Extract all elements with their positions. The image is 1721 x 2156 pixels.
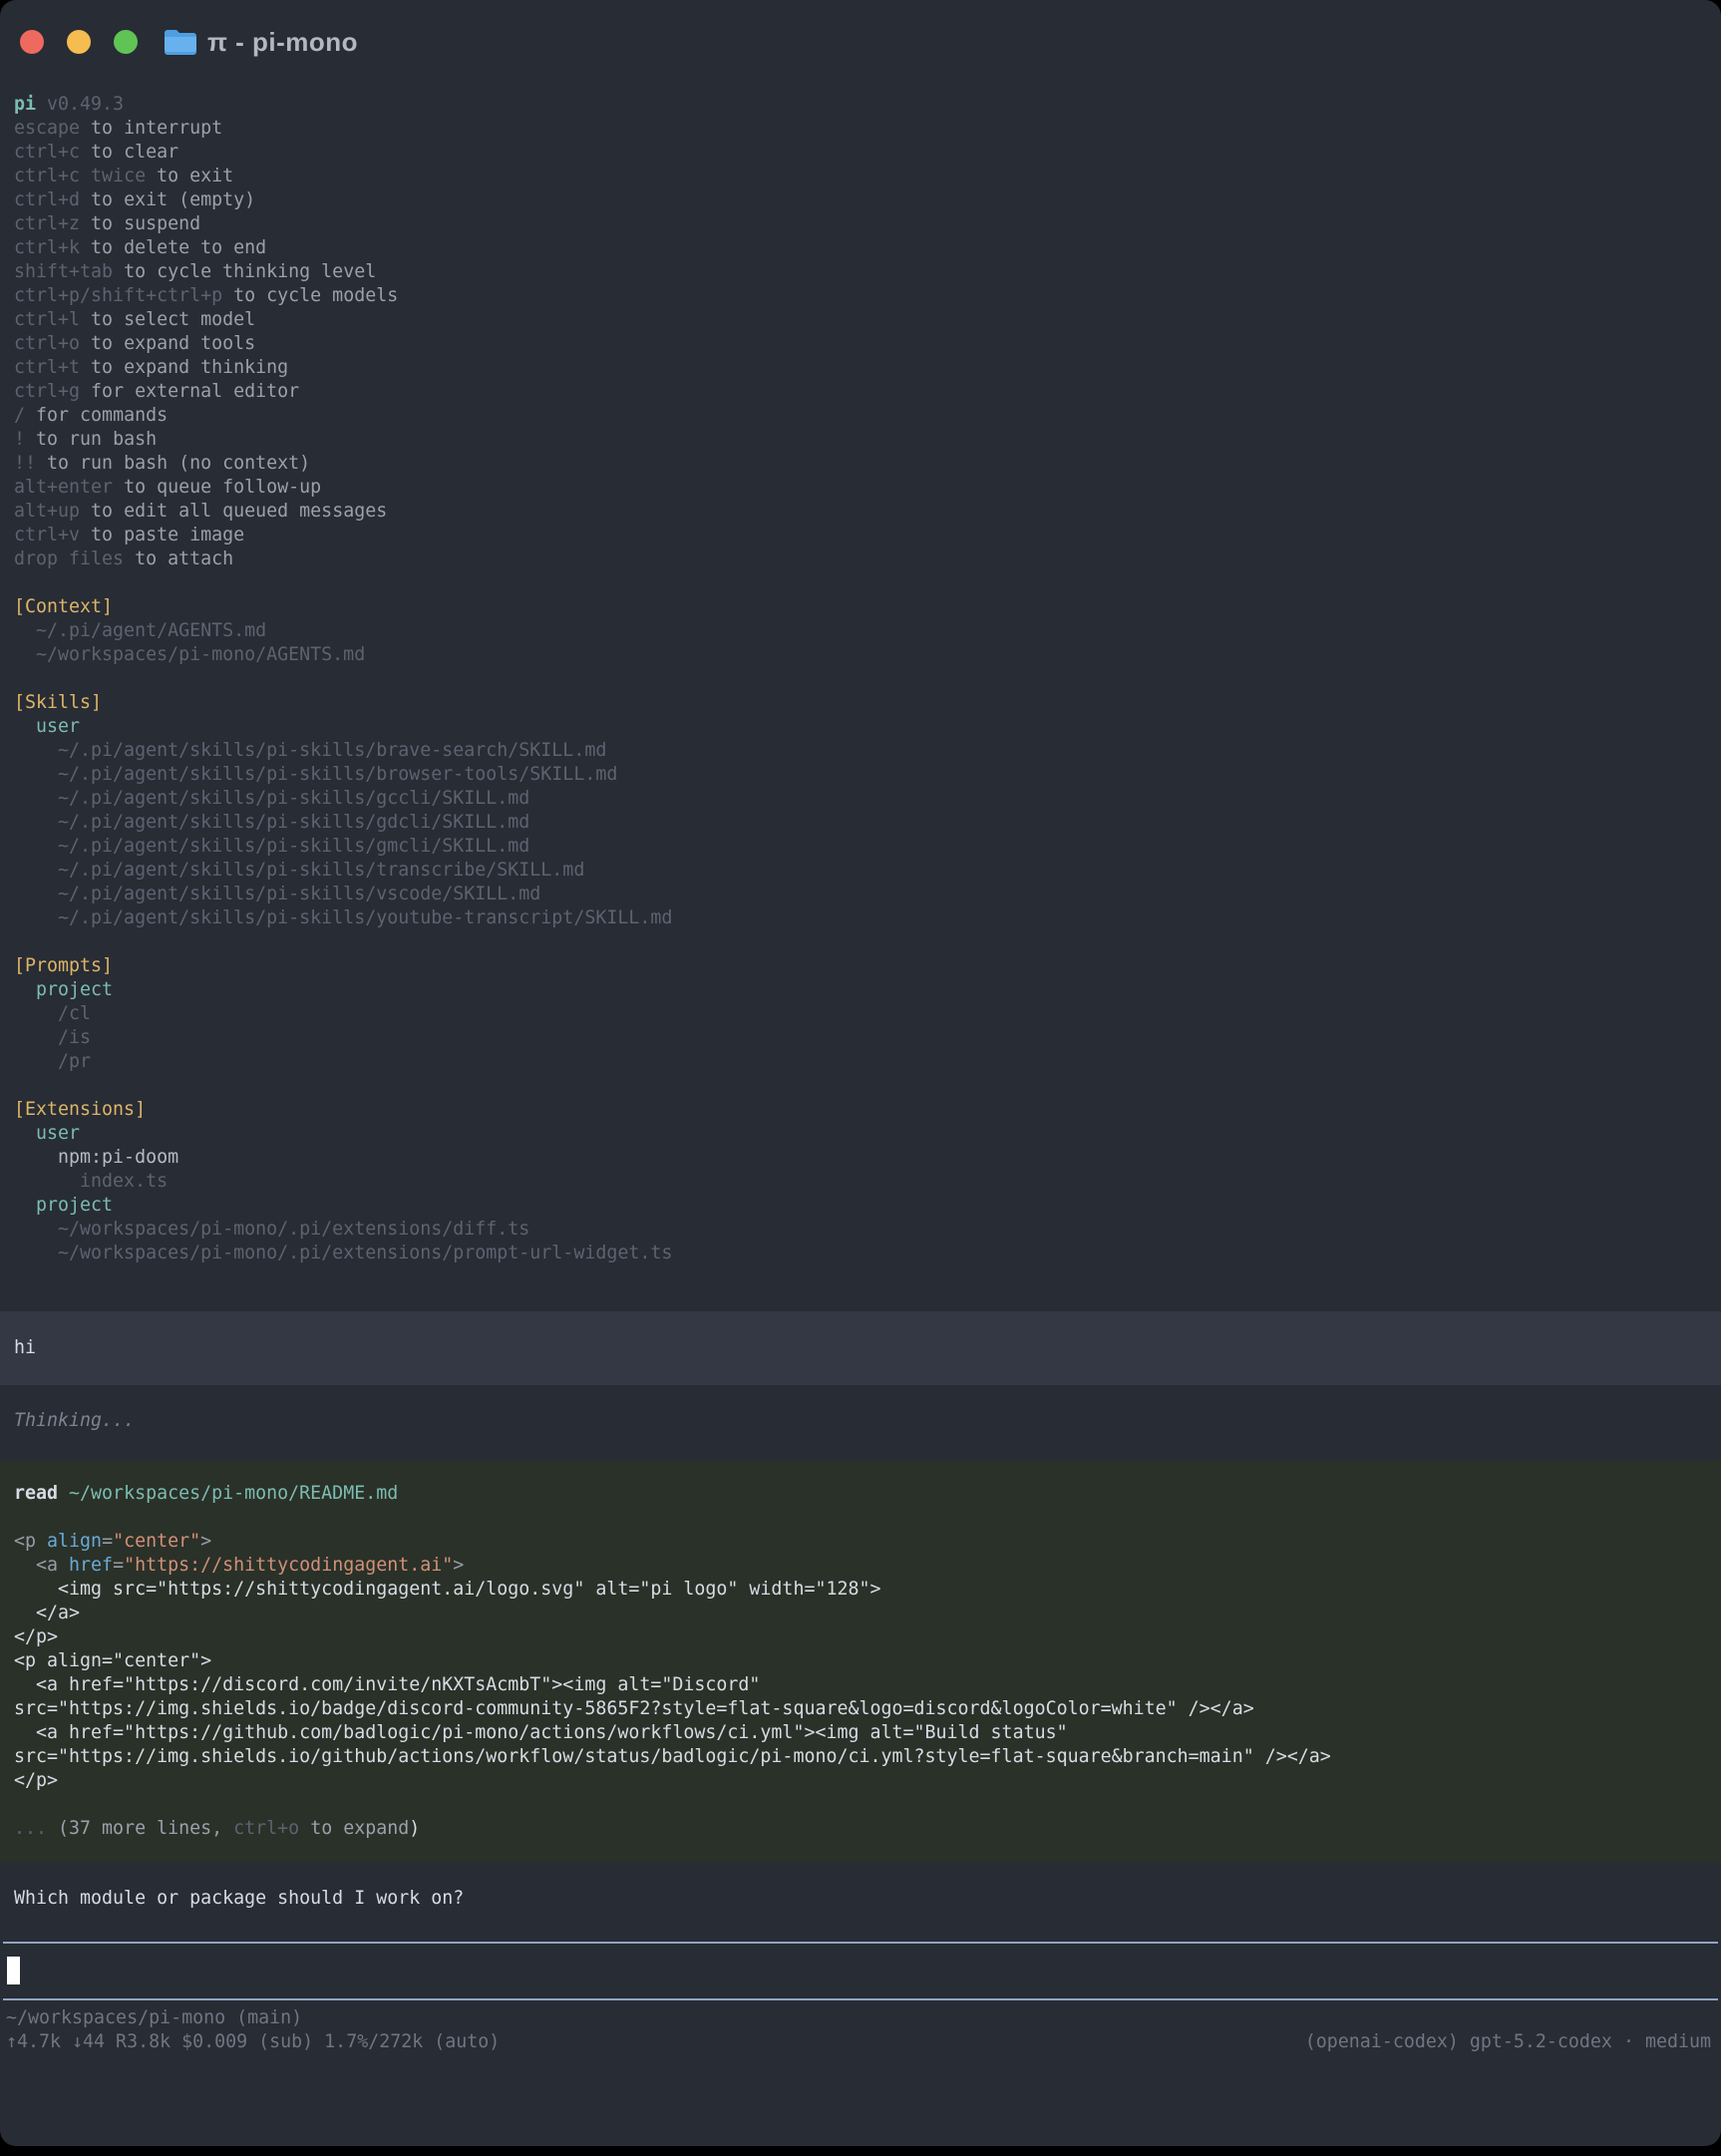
terminal-line: <p align="center">	[14, 1530, 1707, 1554]
terminal-line: ctrl+k to delete to end	[14, 236, 1707, 260]
terminal-line	[14, 1506, 1707, 1530]
terminal-line: alt+enter to queue follow-up	[14, 476, 1707, 500]
terminal-line: <a href="https://github.com/badlogic/pi-…	[14, 1721, 1707, 1745]
terminal-line: !! to run bash (no context)	[14, 452, 1707, 476]
terminal-line: ~/.pi/agent/skills/pi-skills/vscode/SKIL…	[14, 883, 1707, 906]
user-message-text: hi	[14, 1336, 36, 1360]
terminal-line: ... (37 more lines, ctrl+o to expand)	[14, 1817, 1707, 1841]
terminal-line: [Skills]	[14, 691, 1707, 715]
terminal-line: project	[14, 1194, 1707, 1218]
terminal-line: ~/workspaces/pi-mono/.pi/extensions/diff…	[14, 1218, 1707, 1242]
terminal-line: ctrl+z to suspend	[14, 212, 1707, 236]
terminal-line: <img src="https://shittycodingagent.ai/l…	[14, 1578, 1707, 1602]
prompt-input[interactable]	[3, 1942, 1718, 2000]
status-row: ↑4.7k ↓44 R3.8k $0.009 (sub) 1.7%/272k (…	[6, 2030, 1711, 2054]
terminal-line: user	[14, 1122, 1707, 1146]
folder-icon	[164, 28, 197, 56]
terminal-line: <p align="center">	[14, 1649, 1707, 1673]
assistant-question: Which module or package should I work on…	[0, 1887, 1721, 1911]
terminal-line	[14, 930, 1707, 954]
terminal-line: ~/.pi/agent/skills/pi-skills/gmcli/SKILL…	[14, 835, 1707, 859]
terminal-line: ctrl+l to select model	[14, 308, 1707, 332]
terminal-line: ~/.pi/agent/skills/pi-skills/gccli/SKILL…	[14, 787, 1707, 811]
terminal-line: src="https://img.shields.io/badge/discor…	[14, 1697, 1707, 1721]
intro-help-block: pi v0.49.3escape to interruptctrl+c to c…	[0, 84, 1721, 1265]
terminal-line: / for commands	[14, 404, 1707, 428]
terminal-line: ~/workspaces/pi-mono/AGENTS.md	[14, 643, 1707, 667]
terminal-line: user	[14, 715, 1707, 739]
terminal-line: ~/.pi/agent/skills/pi-skills/browser-too…	[14, 763, 1707, 787]
terminal-line: </a>	[14, 1602, 1707, 1625]
terminal-line: src="https://img.shields.io/github/actio…	[14, 1745, 1707, 1769]
terminal-line: alt+up to edit all queued messages	[14, 500, 1707, 524]
close-button[interactable]	[20, 30, 44, 54]
terminal-line: ctrl+t to expand thinking	[14, 356, 1707, 380]
terminal-line	[14, 1074, 1707, 1098]
terminal-line: ~/.pi/agent/skills/pi-skills/youtube-tra…	[14, 906, 1707, 930]
terminal-line: ~/.pi/agent/skills/pi-skills/gdcli/SKILL…	[14, 811, 1707, 835]
terminal-line: ~/workspaces/pi-mono/.pi/extensions/prom…	[14, 1242, 1707, 1265]
terminal-line: ctrl+g for external editor	[14, 380, 1707, 404]
terminal-line: escape to interrupt	[14, 117, 1707, 141]
minimize-button[interactable]	[67, 30, 91, 54]
terminal-line	[14, 1793, 1707, 1817]
terminal-line: ctrl+c to clear	[14, 141, 1707, 165]
terminal-line: read ~/workspaces/pi-mono/README.md	[14, 1482, 1707, 1506]
terminal-line: pi v0.49.3	[14, 93, 1707, 117]
terminal-line: ~/.pi/agent/skills/pi-skills/brave-searc…	[14, 739, 1707, 763]
terminal-line: /cl	[14, 1002, 1707, 1026]
status-bar: ~/workspaces/pi-mono (main) ↑4.7k ↓44 R3…	[0, 2000, 1721, 2054]
terminal-line	[14, 667, 1707, 691]
thinking-indicator: Thinking...	[0, 1409, 1721, 1433]
terminal-line: ! to run bash	[14, 428, 1707, 452]
terminal-line: [Prompts]	[14, 954, 1707, 978]
tool-call-read-block: read ~/workspaces/pi-mono/README.md <p a…	[0, 1460, 1721, 1863]
terminal-line: ctrl+c twice to exit	[14, 165, 1707, 188]
terminal-line: /is	[14, 1026, 1707, 1050]
status-model: (openai-codex) gpt-5.2-codex · medium	[1305, 2030, 1711, 2054]
terminal-line: /pr	[14, 1050, 1707, 1074]
text-cursor	[7, 1957, 20, 1984]
terminal-line: ~/.pi/agent/skills/pi-skills/transcribe/…	[14, 859, 1707, 883]
terminal-line: ~/.pi/agent/AGENTS.md	[14, 619, 1707, 643]
traffic-lights	[20, 30, 138, 54]
terminal-line: [Context]	[14, 595, 1707, 619]
status-token-stats: ↑4.7k ↓44 R3.8k $0.009 (sub) 1.7%/272k (…	[6, 2030, 500, 2054]
terminal-line: npm:pi-doom	[14, 1146, 1707, 1170]
terminal-line: [Extensions]	[14, 1098, 1707, 1122]
terminal-line: <a href="https://discord.com/invite/nKXT…	[14, 1673, 1707, 1697]
terminal-line: </p>	[14, 1769, 1707, 1793]
terminal-window: π - pi-mono pi v0.49.3escape to interrup…	[0, 0, 1721, 2146]
terminal-line: ctrl+d to exit (empty)	[14, 188, 1707, 212]
user-message: hi	[0, 1311, 1721, 1385]
terminal-line: drop files to attach	[14, 547, 1707, 571]
terminal-line: </p>	[14, 1625, 1707, 1649]
terminal-line: index.ts	[14, 1170, 1707, 1194]
terminal-line	[14, 571, 1707, 595]
terminal-line: <a href="https://shittycodingagent.ai">	[14, 1554, 1707, 1578]
terminal-line: ctrl+v to paste image	[14, 524, 1707, 547]
status-cwd: ~/workspaces/pi-mono (main)	[6, 2006, 1711, 2030]
terminal-line: shift+tab to cycle thinking level	[14, 260, 1707, 284]
terminal-line: project	[14, 978, 1707, 1002]
terminal-line: ctrl+o to expand tools	[14, 332, 1707, 356]
window-title: π - pi-mono	[207, 30, 358, 54]
terminal-line: ctrl+p/shift+ctrl+p to cycle models	[14, 284, 1707, 308]
titlebar: π - pi-mono	[0, 0, 1721, 84]
zoom-button[interactable]	[114, 30, 138, 54]
